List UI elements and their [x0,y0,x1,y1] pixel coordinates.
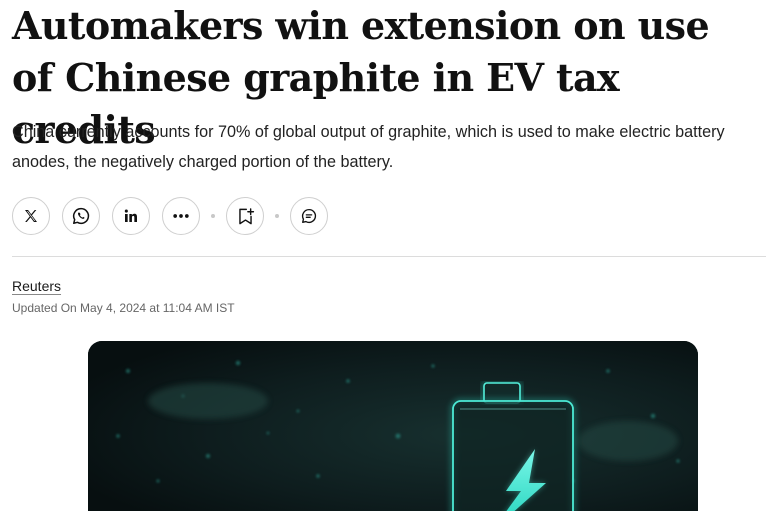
x-logo-icon [25,210,37,222]
share-whatsapp-button[interactable] [62,197,100,235]
share-bar [12,195,340,237]
bookmark-button[interactable] [226,197,264,235]
comment-button[interactable] [290,197,328,235]
linkedin-icon [124,209,137,222]
article-summary: China currently accounts for 70% of glob… [12,123,725,171]
bookmark-add-icon [238,207,254,224]
author-link[interactable]: Reuters [12,278,61,294]
share-x-button[interactable] [12,197,50,235]
separator-dot [275,214,279,218]
comment-icon [301,208,317,224]
whatsapp-icon [72,207,90,225]
hero-image [88,341,698,511]
share-more-button[interactable] [162,197,200,235]
separator-dot [211,214,215,218]
more-horizontal-icon [173,214,189,218]
divider [12,256,766,257]
updated-timestamp: Updated On May 4, 2024 at 11:04 AM IST [12,301,235,315]
battery-illustration [88,341,698,511]
share-linkedin-button[interactable] [112,197,150,235]
